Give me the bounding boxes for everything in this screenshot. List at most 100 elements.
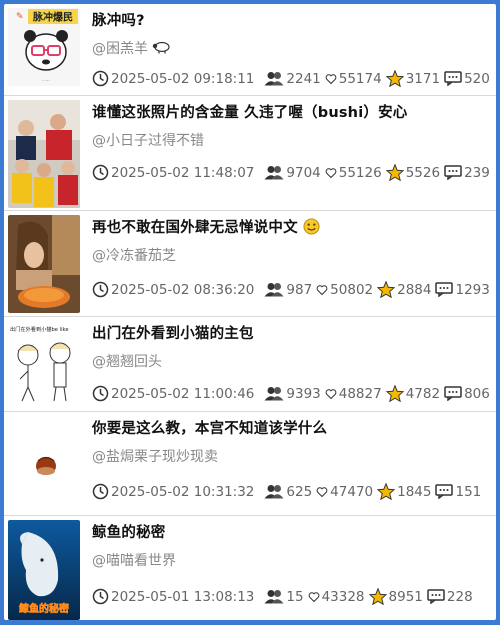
svg-text:✎: ✎: [16, 12, 24, 22]
clock-icon: [92, 164, 109, 181]
cat-sketch-image: 出门在外看到小猫be like: [8, 321, 80, 407]
people-icon: [264, 283, 284, 297]
likes-count: 43328: [321, 588, 365, 605]
clock-icon: [92, 70, 109, 87]
post-timestamp: 2025-05-02 10:31:32: [111, 483, 255, 500]
favorites-count: 3171: [405, 70, 441, 87]
thumbnail-caption: 脉冲爆民: [32, 11, 73, 24]
views-count: 987: [286, 281, 313, 298]
post-thumbnail[interactable]: 出门在外看到小猫be like: [8, 321, 80, 407]
post-title-text: 再也不敢在国外肆无忌惮说中文: [92, 220, 298, 236]
comment-icon[interactable]: [444, 386, 462, 401]
post-timestamp: 2025-05-02 11:48:07: [111, 164, 255, 181]
likes-count: 47470: [330, 483, 374, 500]
post-thumbnail[interactable]: 脉冲爆民 ✎ ·····: [8, 8, 80, 86]
post-thumbnail[interactable]: [8, 215, 80, 313]
post-stats: 2025-05-02 08:36:20 987 50802 2884 1293: [92, 281, 494, 298]
post-author[interactable]: @翘翘回头: [92, 351, 162, 371]
views-count: 2241: [286, 70, 321, 87]
post-author[interactable]: @困羔羊: [92, 38, 171, 58]
post-timestamp: 2025-05-02 11:00:46: [111, 385, 255, 402]
heart-icon[interactable]: [316, 486, 328, 498]
clock-icon: [92, 385, 109, 402]
list-item[interactable]: 脉冲爆民 ✎ ····· 脉冲吗? @困羔羊 2025-05-02 09:18:…: [4, 4, 496, 96]
favorites-count: 2884: [397, 281, 432, 298]
chestnut-image: [8, 416, 80, 512]
post-author[interactable]: @喵喵看世界: [92, 550, 176, 570]
post-thumbnail[interactable]: [8, 100, 80, 208]
author-name[interactable]: @困羔羊: [92, 41, 148, 57]
star-icon[interactable]: [377, 483, 396, 500]
post-thumbnail[interactable]: [8, 416, 80, 512]
heart-icon[interactable]: [325, 73, 337, 85]
post-title[interactable]: 鲸鱼的秘密: [92, 521, 166, 542]
star-icon[interactable]: [368, 588, 387, 605]
views-count: 625: [286, 483, 313, 500]
post-stats: 2025-05-02 10:31:32 625 47470 1845 151: [92, 483, 485, 500]
star-icon[interactable]: [385, 385, 404, 402]
clock-icon: [92, 483, 109, 500]
comments-count: 806: [464, 385, 490, 402]
post-stats: 2025-05-02 11:48:07 9704 55126 5526 239: [92, 164, 494, 181]
list-item[interactable]: 你要是这么教，本宫不知道该学什么 @盐焗栗子现炒现卖 2025-05-02 10…: [4, 412, 496, 516]
clock-icon: [92, 588, 109, 605]
list-item[interactable]: 出门在外看到小猫be like 出门在外看到小猫的主包 @翘翘回头 2025-0…: [4, 317, 496, 412]
people-icon: [264, 387, 284, 401]
comments-count: 151: [455, 483, 482, 500]
likes-count: 48827: [338, 385, 382, 402]
post-stats: 2025-05-02 09:18:11 2241 55174 3171 520: [92, 70, 494, 87]
post-list: 脉冲爆民 ✎ ····· 脉冲吗? @困羔羊 2025-05-02 09:18:…: [4, 4, 496, 620]
post-author[interactable]: @盐焗栗子现炒现卖: [92, 446, 218, 466]
favorites-count: 5526: [405, 164, 441, 181]
post-author[interactable]: @小日子过得不错: [92, 130, 204, 150]
comments-count: 1293: [455, 281, 490, 298]
thumbnail-caption: 出门在外看到小猫be like: [10, 325, 69, 333]
post-title[interactable]: 你要是这么教，本宫不知道该学什么: [92, 417, 327, 438]
list-item[interactable]: 鲸鱼的秘密 鲸鱼的秘密 @喵喵看世界 2025-05-01 13:08:13 1…: [4, 516, 496, 620]
smile-emoji-icon: [303, 218, 320, 235]
comment-icon[interactable]: [435, 282, 454, 297]
post-title[interactable]: 出门在外看到小猫的主包: [92, 322, 254, 343]
favorites-count: 4782: [405, 385, 441, 402]
clock-icon: [92, 281, 109, 298]
post-title[interactable]: 脉冲吗?: [92, 9, 145, 30]
post-timestamp: 2025-05-01 13:08:13: [111, 588, 255, 605]
views-count: 9704: [286, 164, 321, 181]
post-title[interactable]: 再也不敢在国外肆无忌惮说中文: [92, 216, 320, 237]
people-icon: [264, 166, 284, 180]
star-icon[interactable]: [377, 281, 396, 298]
sheep-icon: [153, 41, 171, 54]
comments-count: 228: [446, 588, 473, 605]
comment-icon[interactable]: [444, 165, 462, 180]
panda-meme-image: 脉冲爆民 ✎ ·····: [8, 8, 80, 86]
likes-count: 55126: [338, 164, 382, 181]
comment-icon[interactable]: [427, 589, 445, 604]
likes-count: 50802: [330, 281, 374, 298]
post-stats: 2025-05-01 13:08:13 15 43328 8951 228: [92, 588, 477, 605]
post-thumbnail[interactable]: 鲸鱼的秘密: [8, 520, 80, 620]
post-title[interactable]: 谁懂这张照片的含金量 久违了喔（bushi）安心: [92, 101, 407, 122]
heart-icon[interactable]: [325, 167, 337, 179]
list-item[interactable]: 谁懂这张照片的含金量 久违了喔（bushi）安心 @小日子过得不错 2025-0…: [4, 96, 496, 211]
people-icon: [264, 72, 284, 86]
comment-icon[interactable]: [444, 71, 462, 86]
post-timestamp: 2025-05-02 09:18:11: [111, 70, 255, 87]
star-icon[interactable]: [385, 70, 404, 87]
comments-count: 239: [464, 164, 490, 181]
heart-icon[interactable]: [325, 388, 337, 400]
restaurant-photo-image: [8, 215, 80, 313]
people-icon: [264, 485, 284, 499]
heart-icon[interactable]: [316, 284, 328, 296]
post-timestamp: 2025-05-02 08:36:20: [111, 281, 255, 298]
comments-count: 520: [464, 70, 490, 87]
whale-image: 鲸鱼的秘密: [8, 520, 80, 620]
likes-count: 55174: [338, 70, 382, 87]
svg-text:·····: ·····: [42, 78, 50, 84]
comment-icon[interactable]: [435, 484, 454, 499]
list-item[interactable]: 再也不敢在国外肆无忌惮说中文 @冷冻番茄芝 2025-05-02 08:36:2…: [4, 211, 496, 317]
people-icon: [264, 590, 284, 604]
heart-icon[interactable]: [308, 591, 320, 603]
favorites-count: 1845: [397, 483, 432, 500]
star-icon[interactable]: [385, 164, 404, 181]
post-author[interactable]: @冷冻番茄芝: [92, 245, 176, 265]
